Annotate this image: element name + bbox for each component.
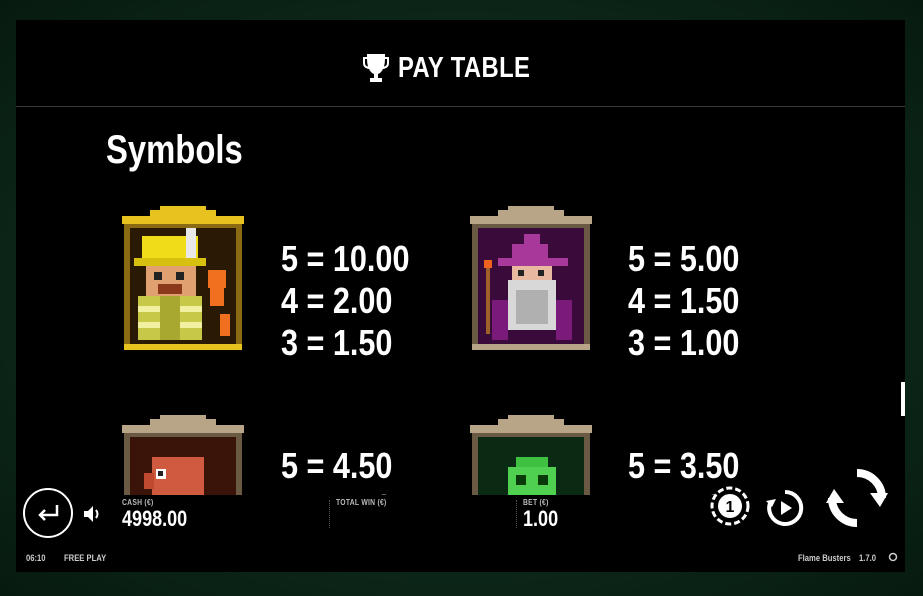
divider [516,500,517,528]
symbol-red-creature [120,413,246,495]
version: 1.7.0 [859,553,877,563]
paytable-scroll-area[interactable]: 5 = 10.00 4 = 2.00 3 = 1.50 5 = 5.00 4 =… [16,108,905,495]
payout-line: 3 = 1.00 [628,322,740,363]
chip-value: 1 [726,499,735,516]
green-creature-image [470,415,592,495]
wizard-image [470,206,592,350]
symbol-firefighter [120,204,246,364]
symbol-wizard [468,204,594,364]
paytable-panel: PAY TABLE Symbols 5 = 10.00 4 = 2.00 3 =… [16,20,905,572]
autoplay-button[interactable] [764,487,806,529]
payout-line: 5 = 5.00 [628,238,740,279]
clock: 06:10 [26,553,46,563]
payouts-firefighter: 5 = 10.00 4 = 2.00 3 = 1.50 [281,238,432,364]
payout-line: 4 = 1.50 [281,487,392,495]
total-win-stat: TOTAL WIN (€) [336,498,395,507]
trophy-icon [362,54,389,82]
bottom-bar: CASH (€) 4998.00 TOTAL WIN (€) BET (€) 1… [16,469,905,572]
bet-value: 1.00 [523,506,559,531]
cash-stat: CASH (€) 4998.00 [122,498,202,532]
payouts-wizard: 5 = 5.00 4 = 1.50 3 = 1.00 [628,238,759,364]
payout-line: 5 = 4.50 [281,445,393,486]
back-button[interactable] [23,488,73,538]
play-mode: FREE PLAY [64,553,107,563]
red-creature-image [122,415,244,495]
divider [329,500,330,528]
payout-line: 4 = 2.00 [281,280,393,321]
paytable-header: PAY TABLE [16,20,905,107]
bet-stat: BET (€) 1.00 [523,498,566,532]
symbol-green-creature [468,413,594,495]
game-frame: PAY TABLE Symbols 5 = 10.00 4 = 2.00 3 =… [0,0,923,596]
payout-line: 5 = 10.00 [281,238,410,279]
payouts-red-creature: 5 = 4.50 4 = 1.50 [281,445,412,495]
bet-chip-button[interactable]: 1 [709,485,751,527]
cash-value: 4998.00 [122,506,188,531]
paytable-title: PAY TABLE [397,51,531,84]
total-win-label: TOTAL WIN (€) [336,498,387,507]
game-name: Flame Busters [798,553,851,563]
firefighter-image [122,206,244,350]
return-arrow-icon [38,505,59,521]
scrollbar-thumb[interactable] [901,382,905,416]
payout-line: 4 = 1.50 [628,280,740,321]
spin-button[interactable] [826,467,888,529]
recycle-icon[interactable] [888,552,898,562]
payout-line: 5 = 3.50 [628,445,740,486]
speaker-icon[interactable] [82,503,104,525]
payout-line: 3 = 1.50 [281,322,393,363]
